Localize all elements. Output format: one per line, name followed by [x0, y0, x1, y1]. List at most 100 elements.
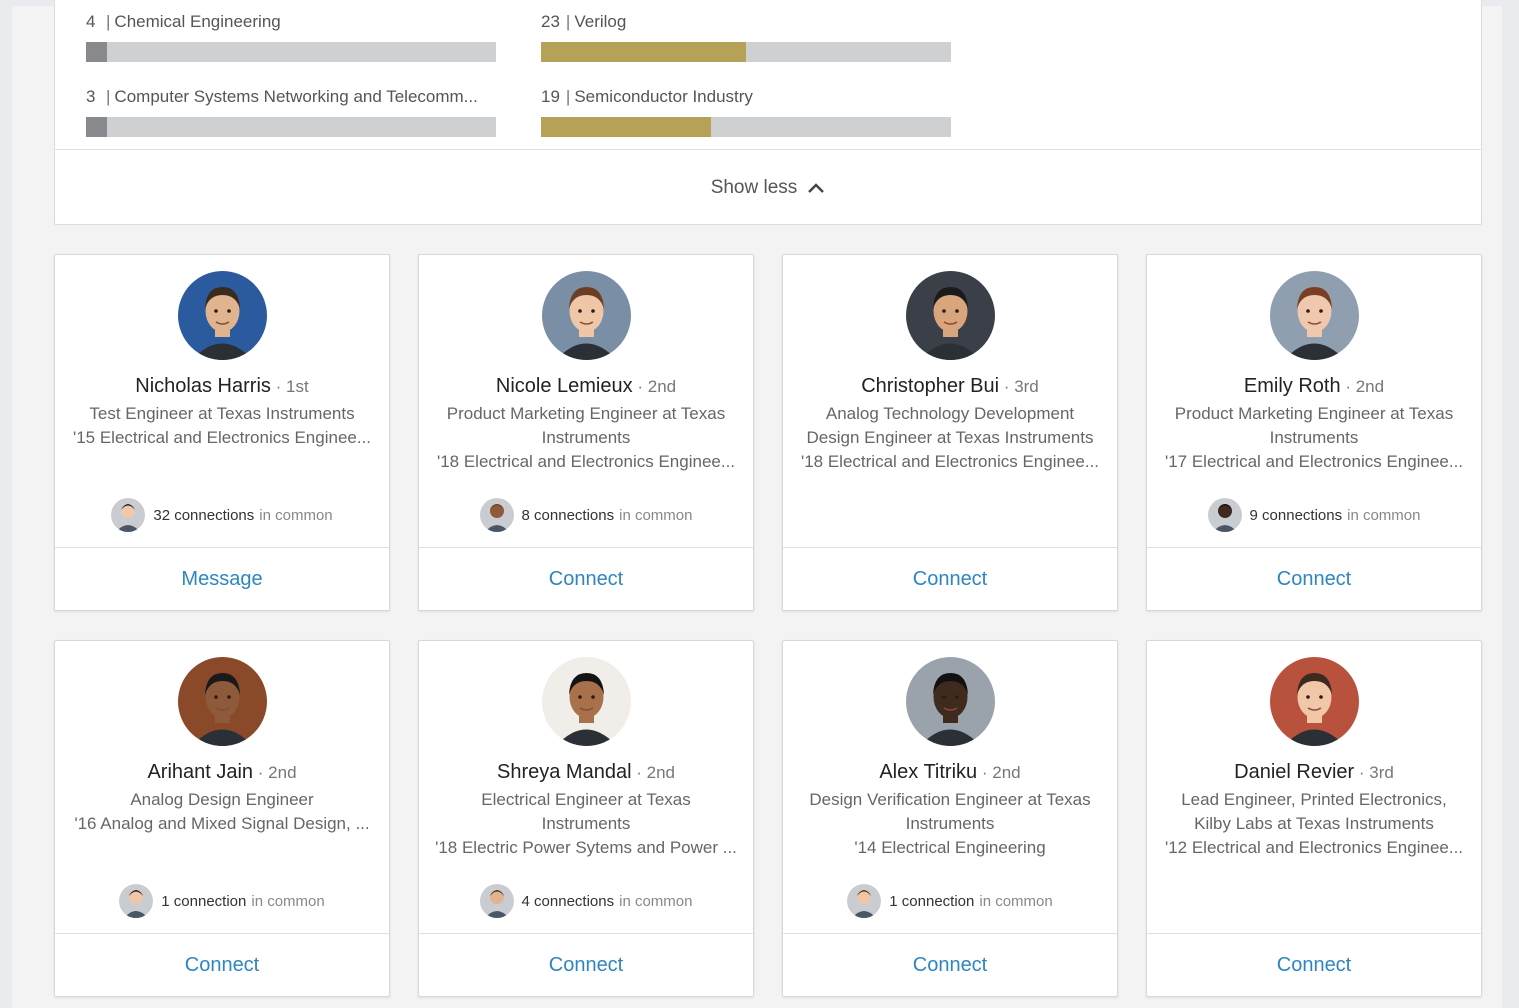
person-headline: Design Verification Engineer at Texas Ins… [793, 788, 1107, 860]
connect-button[interactable]: Connect [783, 547, 1117, 610]
skill-item[interactable]: 19 | Semiconductor Industry [541, 86, 951, 137]
shared-connections[interactable]: 4 connections in common [419, 884, 753, 918]
card-info-line: Analog Design Engineer [130, 790, 314, 809]
person-card[interactable]: Shreya Mandal · 2nd Electrical Engineer … [418, 640, 754, 997]
person-headline: Lead Engineer, Printed Electronics, Kilby… [1157, 788, 1471, 860]
connection-degree: 1st [286, 377, 309, 396]
person-name[interactable]: Shreya Mandal [497, 761, 632, 783]
skill-item[interactable]: 4 | Chemical Engineering [86, 11, 496, 62]
shared-connections-count: 4 connections [521, 892, 615, 910]
card-info-line: '18 Electric Power Sytems and Power ... [435, 838, 737, 857]
shared-connections-suffix: in common [259, 506, 333, 524]
person-card[interactable]: Emily Roth · 2nd Product Marketing Engin… [1146, 254, 1482, 611]
connect-button[interactable]: Connect [55, 933, 389, 996]
connection-degree: 2nd [992, 763, 1021, 782]
person-name-line: Nicole Lemieux · 2nd [495, 375, 677, 397]
shared-connections-suffix: in common [619, 892, 693, 910]
shared-connections-suffix: in common [619, 506, 693, 524]
skill-label: 23 | Verilog [541, 12, 627, 31]
shared-connections-count: 8 connections [521, 506, 615, 524]
shared-connections[interactable]: 32 connections in common [55, 498, 389, 532]
skill-endorsement-bar [541, 42, 951, 62]
person-name[interactable]: Nicole Lemieux [496, 375, 633, 397]
card-info-line: Electrical Engineer at Texas [481, 790, 691, 809]
show-less-button[interactable]: Show less [55, 149, 1481, 225]
profile-photo[interactable] [1270, 271, 1359, 360]
card-info-line: Design Verification Engineer at Texas [809, 790, 1091, 809]
person-name-line: Alex Titriku · 2nd [879, 761, 1021, 783]
shared-connections-suffix: in common [1347, 506, 1421, 524]
connection-degree: 2nd [646, 763, 675, 782]
shared-connections-count: 1 connection [889, 892, 975, 910]
skill-item[interactable]: 3 | Computer Systems Networking and Teleco… [86, 86, 496, 137]
message-button[interactable]: Message [55, 547, 389, 610]
card-info-line: Product Marketing Engineer at Texas [1174, 404, 1454, 423]
skill-endorsement-bar [86, 42, 496, 62]
shared-connection-avatar [847, 884, 882, 918]
shared-connection-avatar [119, 884, 154, 918]
card-info-line: '18 Electrical and Electronics Enginee..… [436, 452, 736, 471]
person-name-line: Shreya Mandal · 2nd [496, 761, 675, 783]
shared-connection-avatar [479, 498, 514, 532]
connect-button[interactable]: Connect [419, 933, 753, 996]
profile-photo[interactable] [542, 271, 631, 360]
person-card[interactable]: Alex Titriku · 2nd Design Verification E… [782, 640, 1118, 997]
skill-item[interactable]: 23 | Verilog [541, 11, 951, 62]
card-info-line: Analog Technology Development [825, 404, 1075, 423]
skill-label: 4 | Chemical Engineering [86, 12, 281, 31]
connect-button[interactable]: Connect [1147, 933, 1481, 996]
person-card[interactable]: Nicholas Harris · 1st Test Engineer at T… [54, 254, 390, 611]
person-name[interactable]: Arihant Jain [147, 761, 253, 783]
connect-button[interactable]: Connect [419, 547, 753, 610]
connection-degree: 2nd [647, 377, 677, 396]
person-name[interactable]: Nicholas Harris [135, 375, 271, 397]
shared-connections-suffix: in common [251, 892, 325, 910]
person-card[interactable]: Christopher Bui · 3rd Analog Technology … [782, 254, 1118, 611]
person-card[interactable]: Nicole Lemieux · 2nd Product Marketing E… [418, 254, 754, 611]
person-name-line: Nicholas Harris · 1st [135, 375, 309, 397]
person-headline: Analog Design Engineer '16 Analog and Mix… [65, 788, 379, 836]
connect-button[interactable]: Connect [783, 933, 1117, 996]
card-info-line: '16 Analog and Mixed Signal Design, ... [74, 814, 370, 833]
skill-label: 3 | Computer Systems Networking and Teleco… [86, 87, 478, 106]
shared-connections[interactable]: 1 connection in common [55, 884, 389, 918]
person-card[interactable]: Daniel Revier · 3rd Lead Engineer, Print… [1146, 640, 1482, 997]
skill-label: 19 | Semiconductor Industry [541, 87, 753, 106]
connect-button[interactable]: Connect [1147, 547, 1481, 610]
person-headline: Test Engineer at Texas Instruments '15 El… [65, 402, 379, 450]
card-info-line: '12 Electrical and Electronics Enginee..… [1164, 838, 1464, 857]
person-headline: Analog Technology Development Design Engi… [793, 402, 1107, 474]
shared-connections[interactable]: 9 connections in common [1147, 498, 1481, 532]
card-info-line: Instruments [541, 814, 631, 833]
person-name[interactable]: Alex Titriku [879, 761, 977, 783]
shared-connections-count: 1 connection [161, 892, 247, 910]
person-card[interactable]: Arihant Jain · 2nd Analog Design Enginee… [54, 640, 390, 997]
connection-degree: 3rd [1014, 377, 1039, 396]
person-headline: Electrical Engineer at Texas Instruments '… [429, 788, 743, 860]
profile-photo[interactable] [178, 657, 267, 746]
person-headline: Product Marketing Engineer at Texas Instr… [1157, 402, 1471, 474]
profile-photo[interactable] [906, 271, 995, 360]
profile-photo[interactable] [906, 657, 995, 746]
skill-endorsement-bar [86, 117, 496, 137]
person-name[interactable]: Daniel Revier [1234, 761, 1354, 783]
shared-connections-suffix: in common [979, 892, 1053, 910]
connection-degree: 2nd [268, 763, 297, 782]
card-info-line: '18 Electrical and Electronics Enginee..… [800, 452, 1100, 471]
card-info-line: Instruments [541, 428, 631, 447]
profile-photo[interactable] [542, 657, 631, 746]
person-name[interactable]: Emily Roth [1244, 375, 1341, 397]
person-name[interactable]: Christopher Bui [861, 375, 999, 397]
shared-connections[interactable]: 8 connections in common [419, 498, 753, 532]
profile-photo[interactable] [1270, 657, 1359, 746]
connection-degree: 3rd [1369, 763, 1394, 782]
shared-connections-count: 9 connections [1249, 506, 1343, 524]
person-headline: Product Marketing Engineer at Texas Instr… [429, 402, 743, 474]
shared-connections-count: 32 connections [153, 506, 255, 524]
shared-connections[interactable]: 1 connection in common [783, 884, 1117, 918]
card-info-line: Product Marketing Engineer at Texas [446, 404, 726, 423]
card-info-line: '14 Electrical Engineering [854, 838, 1046, 857]
profile-photo[interactable] [178, 271, 267, 360]
shared-connection-avatar [1207, 498, 1242, 532]
person-name-line: Daniel Revier · 3rd [1234, 761, 1394, 783]
